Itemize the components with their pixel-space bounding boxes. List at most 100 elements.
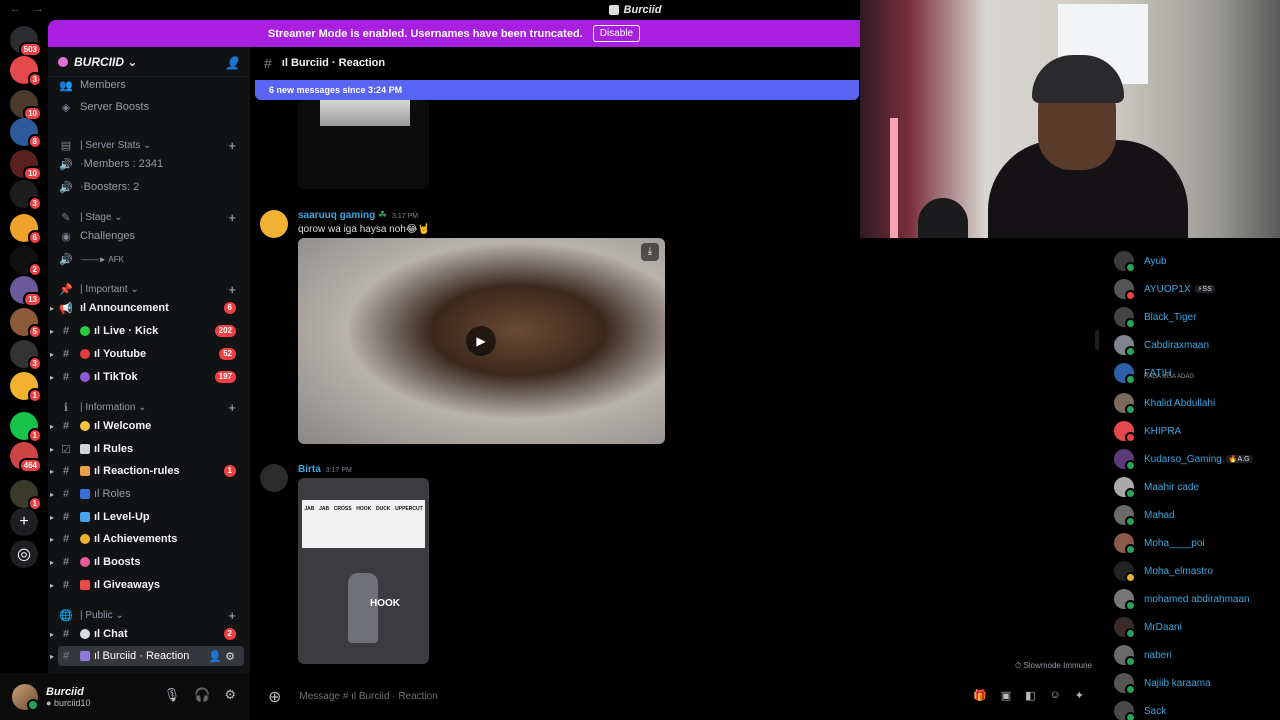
server-10[interactable]: 3 <box>10 340 42 371</box>
new-messages-bar[interactable]: 6 new messages since 3:24 PM <box>255 80 859 100</box>
member-item[interactable]: Sack <box>1114 699 1278 720</box>
avatar[interactable] <box>12 683 39 711</box>
download-icon[interactable]: ⤓ <box>641 243 659 261</box>
video-attachment[interactable]: ▶ ⤓ <box>298 238 665 444</box>
gif-attachment[interactable]: JAB JAB CROSS HOOK DUCK UPPERCUT HOOK <box>298 478 429 664</box>
attach-plus-icon[interactable]: ⊕ <box>268 687 281 707</box>
category-important[interactable]: 📌 | Important ⌄ + <box>58 279 244 299</box>
gif-icon[interactable]: ▣ <box>1001 689 1011 702</box>
avatar[interactable] <box>260 210 288 238</box>
avatar <box>1114 701 1136 720</box>
hash-icon: # <box>62 511 70 523</box>
category-stage[interactable]: ✎ | Stage ⌄ + <box>58 207 244 227</box>
member-item[interactable]: MrDaani <box>1114 615 1278 639</box>
member-item[interactable]: Mahad <box>1114 503 1278 527</box>
message-author[interactable]: saaruuq gaming ☘ 3:17 PM <box>298 210 418 221</box>
channel-tiktok[interactable]: ▸ # ıl TikTok 197 <box>50 367 244 387</box>
channel-chat[interactable]: ▸ # ıl Chat 2 <box>50 624 244 644</box>
member-item[interactable]: Maahir cade <box>1114 475 1278 499</box>
message-input[interactable]: Message # ıl Burciid · Reaction <box>299 691 437 702</box>
category-server-stats[interactable]: ▤ | Server Stats ⌄ + <box>58 135 244 155</box>
scrollbar-thumb[interactable] <box>1095 330 1099 350</box>
server-7[interactable]: 2 <box>10 246 42 277</box>
member-item[interactable]: Khalid Abdullahi <box>1114 391 1278 415</box>
disable-button[interactable]: Disable <box>592 25 641 42</box>
avatar[interactable] <box>260 464 288 492</box>
member-item[interactable]: Kudarso_Gaming 🔥A.G <box>1114 447 1278 471</box>
microphone-icon[interactable]: 🎙 <box>164 687 181 703</box>
server-2[interactable]: 10 <box>10 90 42 121</box>
member-item[interactable]: Black_Tiger <box>1114 305 1278 329</box>
add-channel-icon[interactable]: + <box>228 138 236 153</box>
gear-icon[interactable]: ⚙ <box>224 687 236 703</box>
channel-welcome[interactable]: ▸ # ıl Welcome <box>50 416 244 436</box>
back-icon[interactable]: ← <box>10 3 21 15</box>
hash-icon: # <box>62 488 70 500</box>
invite-icon[interactable]: 👤 <box>225 56 240 70</box>
member-item[interactable]: AYUOP1X ⚡SS <box>1114 277 1278 301</box>
server-boosts-item[interactable]: ◈ Server Boosts <box>58 97 244 117</box>
member-item[interactable]: mohamed abdirahmaan <box>1114 587 1278 611</box>
member-item[interactable]: FATIH RAGA KISA ADAG <box>1114 361 1278 385</box>
invite-icon[interactable]: 👤 <box>208 651 225 663</box>
apps-icon[interactable]: ✦ <box>1075 689 1084 702</box>
member-item[interactable]: KHIPRA <box>1114 419 1278 443</box>
channel-reaction-rules[interactable]: ▸ # ıl Reaction-rules 1 <box>50 461 244 481</box>
member-item[interactable]: Moha____poi <box>1114 531 1278 555</box>
home-server[interactable]: 503 <box>10 26 42 57</box>
globe-icon: 🌐 <box>59 609 73 622</box>
channel-roles[interactable]: ▸ # ıl Roles <box>50 484 244 504</box>
add-channel-icon[interactable]: + <box>228 400 236 415</box>
channel-members-count[interactable]: 🔊 ·Members : 2341 <box>58 154 244 174</box>
server-12[interactable]: 1 <box>10 412 42 443</box>
member-item[interactable]: naberi <box>1114 643 1278 667</box>
server-14[interactable]: 1 <box>10 480 42 511</box>
server-3[interactable]: 8 <box>10 118 42 149</box>
channel-challenges[interactable]: ◉ Challenges <box>58 226 244 246</box>
image-attachment[interactable] <box>298 100 429 189</box>
server-8[interactable]: 13 <box>10 276 42 307</box>
add-channel-icon[interactable]: + <box>228 282 236 297</box>
channel-rules[interactable]: ▸ ☑ ıl Rules <box>50 439 244 459</box>
category-information[interactable]: ℹ | Information ⌄ + <box>58 397 244 417</box>
chat-header: # ıl Burciid · Reaction <box>250 47 860 78</box>
avatar <box>1114 617 1136 639</box>
add-channel-icon[interactable]: + <box>228 210 236 225</box>
channel-announcement[interactable]: ▸ 📢 ıl Announcement 6 <box>50 298 244 318</box>
channel-afk[interactable]: 🔊 ·——► AFK <box>58 249 244 269</box>
add-server-button[interactable]: + <box>10 508 38 536</box>
server-header[interactable]: BURCIID ⌄ 👤 <box>48 47 250 77</box>
server-5[interactable]: 3 <box>10 180 42 211</box>
wave-icon <box>80 421 90 431</box>
channel-giveaways[interactable]: ▸ # ıl Giveaways <box>50 575 244 595</box>
server-6[interactable]: 6 <box>10 214 42 245</box>
member-item[interactable]: Moha_elmastro <box>1114 559 1278 583</box>
server-4[interactable]: 10 <box>10 150 42 181</box>
emoji-icon[interactable]: ☺ <box>1050 689 1061 702</box>
forward-icon[interactable]: → <box>33 3 44 15</box>
category-public[interactable]: 🌐 | Public ⌄ + <box>58 605 244 625</box>
member-item[interactable]: Cabdiraxmaan <box>1114 333 1278 357</box>
channel-level-up[interactable]: ▸ # ıl Level-Up <box>50 507 244 527</box>
member-item[interactable]: Ayub <box>1114 249 1278 273</box>
server-1[interactable]: 3 <box>10 56 42 87</box>
members-item[interactable]: 👥 Members <box>58 75 244 95</box>
gift-icon[interactable]: 🎁 <box>973 689 987 702</box>
channel-burciid-reaction[interactable]: ▸ # ıl Burciid · Reaction 👤⚙ <box>50 646 244 666</box>
server-9[interactable]: 5 <box>10 308 42 339</box>
sticker-icon[interactable]: ◧ <box>1025 689 1035 702</box>
server-11[interactable]: 1 <box>10 372 42 403</box>
channel-boosters-count[interactable]: 🔊 ·Boosters: 2 <box>58 177 244 197</box>
discover-button[interactable]: ◎ <box>10 540 38 568</box>
add-channel-icon[interactable]: + <box>228 608 236 623</box>
channel-achievements[interactable]: ▸ # ıl Achievements <box>50 529 244 549</box>
member-item[interactable]: Najiib karaama <box>1114 671 1278 695</box>
server-13[interactable]: 464 <box>10 442 42 473</box>
gear-icon[interactable]: ⚙ <box>225 651 238 663</box>
channel-live-kick[interactable]: ▸ # ıl Live · Kick 202 <box>50 321 244 341</box>
play-icon[interactable]: ▶ <box>466 326 496 356</box>
channel-boosts[interactable]: ▸ # ıl Boosts <box>50 552 244 572</box>
headphones-icon[interactable]: 🎧 <box>194 687 210 703</box>
channel-youtube[interactable]: ▸ # ıl Youtube 52 <box>50 344 244 364</box>
message-author[interactable]: Birta 3:17 PM <box>298 464 352 475</box>
